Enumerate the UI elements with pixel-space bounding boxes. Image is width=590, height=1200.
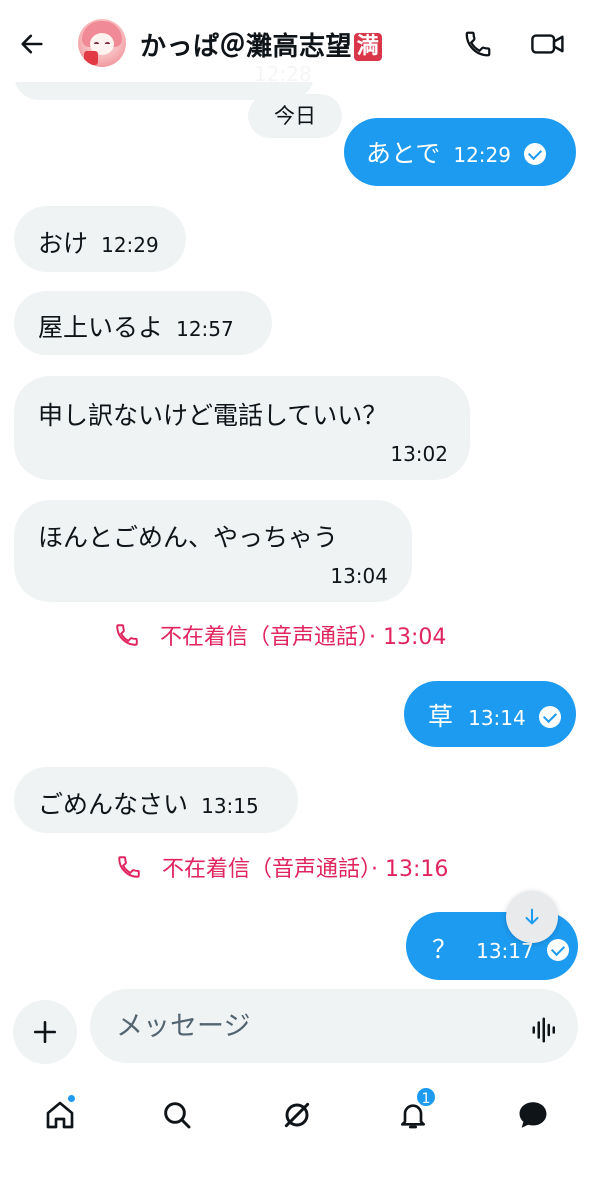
grok-icon — [284, 1102, 310, 1128]
message-time: 13:14 — [468, 706, 526, 730]
new-posts-dot — [67, 1094, 76, 1103]
dm-conversation-screen: 12:28 今日 あとで 12:29 おけ 12:29 屋上いるよ 12:57 … — [0, 0, 590, 1200]
nav-home[interactable] — [35, 1090, 85, 1140]
notification-count-badge: 1 — [415, 1086, 437, 1108]
voice-call-button[interactable] — [458, 24, 498, 64]
video-camera-icon — [531, 34, 564, 54]
message-text: ごめんなさい — [38, 790, 189, 819]
nav-messages[interactable] — [508, 1090, 558, 1140]
message-bubble-incoming[interactable]: 屋上いるよ 12:57 — [14, 291, 272, 355]
message-composer — [0, 985, 590, 1070]
message-input[interactable] — [90, 989, 578, 1063]
scroll-to-bottom-button[interactable] — [506, 891, 558, 943]
search-icon — [164, 1102, 191, 1129]
missed-call-text: 不在着信（音声通話）· 13:04 — [160, 625, 447, 650]
missed-call-notice: 不在着信（音声通話）· 13:16 — [116, 849, 448, 885]
message-time: 13:15 — [201, 794, 259, 818]
read-check-icon — [546, 939, 569, 961]
message-text: 申し訳ないけど電話していい？ — [38, 401, 388, 430]
nav-notifications[interactable]: 1 — [388, 1086, 438, 1140]
avatar[interactable] — [78, 19, 126, 67]
nav-search[interactable] — [152, 1090, 202, 1140]
message-time: 12:29 — [453, 143, 511, 167]
message-text: ほんとごめん、やっちゃう — [38, 523, 339, 552]
full-badge-icon: 満 — [354, 33, 383, 61]
phone-icon — [465, 31, 491, 57]
home-icon — [46, 1101, 74, 1129]
bottom-navigation: 1 — [0, 1070, 590, 1200]
contact-name[interactable]: かっぱ＠灘高志望満 — [140, 26, 383, 63]
message-bubble-outgoing[interactable]: あとで 12:29 — [344, 118, 576, 186]
message-bubble-incoming[interactable]: 申し訳ないけど電話していい？ 13:02 — [14, 376, 470, 480]
message-bubble-incoming[interactable]: ほんとごめん、やっちゃう 13:04 — [14, 500, 412, 602]
contact-name-text: かっぱ＠灘高志望 — [140, 32, 353, 62]
audio-waveform-icon — [532, 1017, 555, 1043]
message-time: 12:57 — [176, 317, 234, 341]
video-call-button[interactable] — [526, 24, 570, 64]
voice-message-button[interactable] — [528, 1013, 562, 1047]
read-check-icon — [524, 143, 547, 165]
missed-call-text: 不在着信（音声通話）· 13:16 — [162, 857, 449, 882]
message-text: ？ — [432, 935, 458, 964]
message-bubble-incoming[interactable]: ごめんなさい 13:15 — [14, 767, 298, 833]
message-time: 13:04 — [330, 564, 388, 588]
message-text: あとで — [366, 139, 441, 168]
add-media-button[interactable] — [13, 1000, 77, 1064]
missed-call-icon — [116, 624, 138, 646]
message-time: 12:29 — [101, 233, 159, 257]
message-text: 草 — [428, 702, 454, 731]
message-list[interactable]: 12:28 今日 あとで 12:29 おけ 12:29 屋上いるよ 12:57 … — [0, 0, 590, 985]
date-separator: 今日 — [248, 94, 342, 138]
read-check-icon — [538, 706, 561, 728]
back-arrow-icon — [21, 34, 43, 54]
nav-grok[interactable] — [272, 1090, 322, 1140]
back-button[interactable] — [12, 24, 52, 64]
message-text: おけ — [38, 229, 89, 258]
conversation-header: かっぱ＠灘高志望満 — [0, 0, 590, 82]
arrow-down-icon — [525, 908, 539, 925]
missed-call-notice: 不在着信（音声通話）· 13:04 — [114, 617, 446, 653]
message-time: 13:02 — [390, 442, 448, 466]
plus-icon — [33, 1020, 57, 1044]
message-bubble-icon — [519, 1102, 547, 1128]
message-time: 13:17 — [476, 939, 534, 963]
message-bubble-outgoing[interactable]: 草 13:14 — [404, 681, 576, 747]
missed-call-icon — [118, 856, 140, 878]
message-bubble-incoming[interactable]: おけ 12:29 — [14, 206, 186, 272]
message-text: 屋上いるよ — [38, 313, 164, 342]
